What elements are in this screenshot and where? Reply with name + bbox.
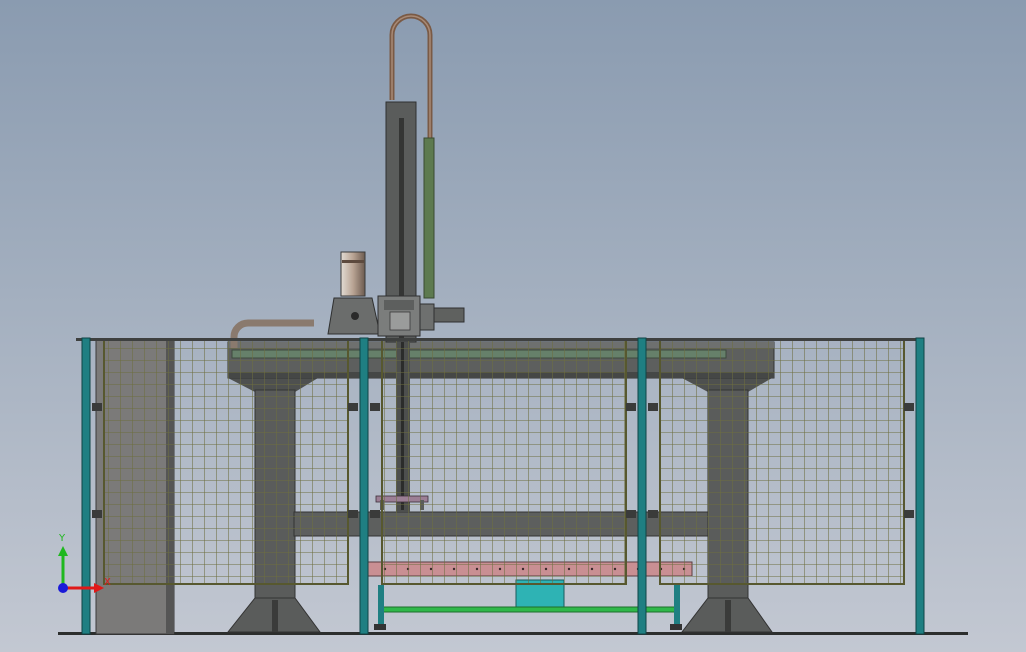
fence-post [637,337,647,635]
triad-x-label: X [104,577,111,588]
rail-leg-right [674,585,680,629]
gantry-robot-model[interactable] [0,0,1026,652]
rail-leg-left [378,585,384,629]
rail-foot-right [670,624,682,630]
fence-post [915,337,925,635]
fence-post [81,337,91,635]
gantry-carriage [377,295,465,337]
fence-mesh-left [103,339,349,585]
ground-line [58,632,968,635]
motor-unit [327,251,381,335]
fence-mesh-center [381,339,627,585]
triad-y-label: Y [59,533,66,544]
fence-top-rail [76,338,924,341]
fence-mesh-right [659,339,905,585]
cad-viewport[interactable]: Y X [0,0,1026,652]
fence-post [359,337,369,635]
green-rail [381,606,679,613]
rail-foot-left [374,624,386,630]
